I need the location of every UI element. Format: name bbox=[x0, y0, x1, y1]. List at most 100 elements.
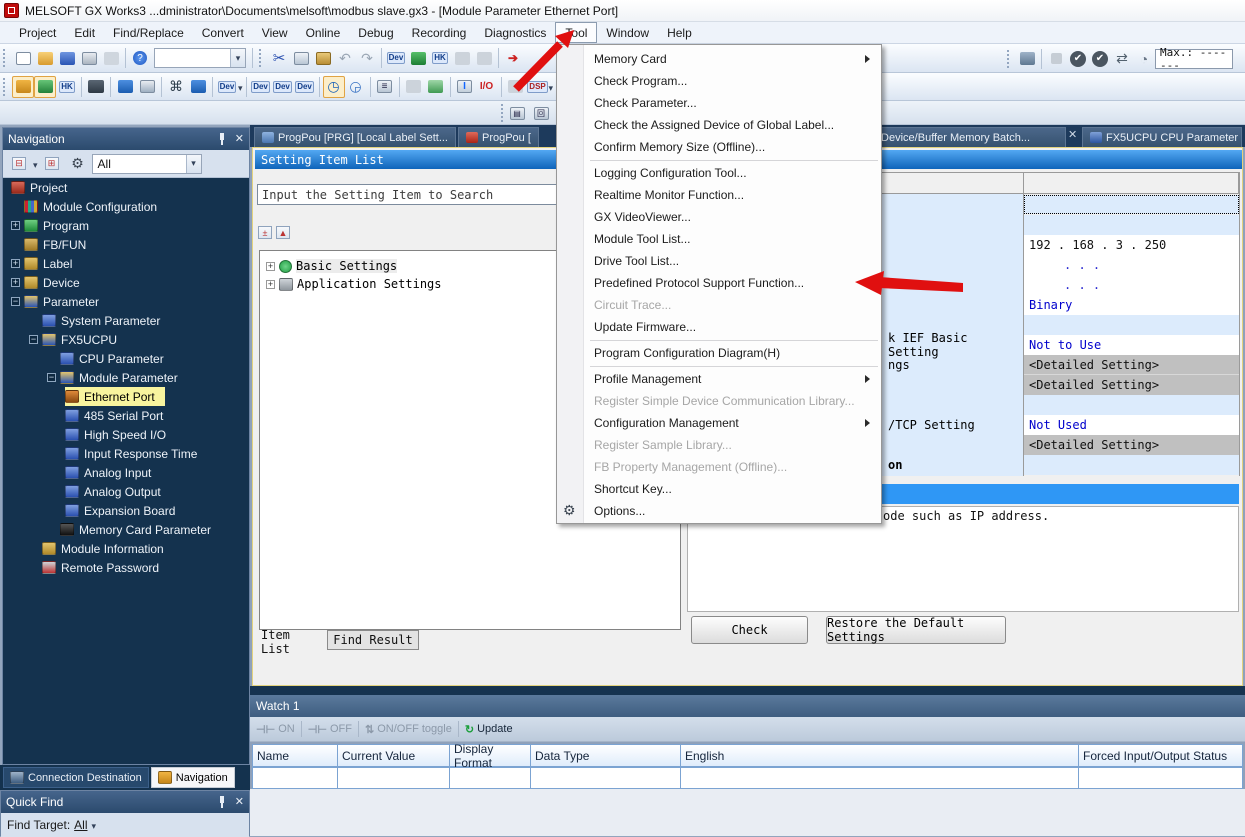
device-display-icon[interactable]: Dev bbox=[216, 76, 238, 98]
close-icon[interactable] bbox=[235, 797, 244, 808]
nav-item-expansion-board[interactable]: Expansion Board bbox=[3, 501, 249, 520]
new-file-icon[interactable] bbox=[12, 47, 34, 69]
expand-icon[interactable] bbox=[11, 259, 20, 268]
display-eye-icon[interactable]: DSP bbox=[527, 76, 549, 98]
pin-icon[interactable] bbox=[217, 133, 227, 145]
watch-cell[interactable] bbox=[530, 767, 680, 789]
expand-icon[interactable] bbox=[11, 221, 20, 230]
menu-item-realtime-monitor-function[interactable]: Realtime Monitor Function... bbox=[557, 184, 881, 206]
close-icon[interactable] bbox=[235, 134, 244, 145]
cclink-value-cell[interactable]: Not to Use bbox=[1024, 335, 1239, 355]
nav-item-ethernet-port[interactable]: Ethernet Port bbox=[3, 387, 249, 406]
note-list-icon[interactable] bbox=[136, 76, 158, 98]
intelligent-function-icon[interactable] bbox=[1016, 48, 1038, 70]
tab-progpou-local-label[interactable]: ProgPou [PRG] [Local Label Sett... bbox=[254, 127, 456, 147]
menu-help[interactable]: Help bbox=[658, 22, 701, 43]
grid-selected-cell[interactable] bbox=[1024, 195, 1239, 214]
fb-property-icon[interactable] bbox=[425, 76, 447, 98]
toolbar-grip[interactable] bbox=[3, 49, 8, 67]
io-force-icon[interactable]: I/O bbox=[476, 76, 498, 98]
tab-close-icon[interactable] bbox=[1068, 130, 1077, 141]
nav-item-module-information[interactable]: Module Information bbox=[3, 539, 249, 558]
tab-find-result[interactable]: Find Result bbox=[327, 630, 419, 650]
menu-item-check-parameter[interactable]: Check Parameter... bbox=[557, 92, 881, 114]
expand-icon[interactable] bbox=[11, 278, 20, 287]
menu-window[interactable]: Window bbox=[597, 22, 658, 43]
nav-item-high-speed-io[interactable]: High Speed I/O bbox=[3, 425, 249, 444]
run-check-icon[interactable]: ✔ bbox=[1067, 48, 1089, 70]
detailed-setting-cell[interactable]: <Detailed Setting> bbox=[1024, 375, 1239, 395]
find-target-dropdown-icon[interactable] bbox=[92, 818, 97, 832]
intelligent-monitor-icon[interactable]: 回 bbox=[530, 102, 552, 124]
nav-item-remote-password[interactable]: Remote Password bbox=[3, 558, 249, 577]
program-monitor-icon[interactable] bbox=[407, 47, 429, 69]
label-edit-icon[interactable]: I bbox=[454, 76, 476, 98]
menu-online[interactable]: Online bbox=[297, 22, 350, 43]
menu-project[interactable]: Project bbox=[10, 22, 65, 43]
tab-item-list[interactable]: Item List bbox=[261, 632, 323, 652]
watch-col-display-format[interactable]: Display Format bbox=[449, 744, 530, 767]
filter-dropdown-icon[interactable] bbox=[186, 155, 201, 173]
watch-cell[interactable] bbox=[680, 767, 1078, 789]
nav-item-module-configuration[interactable]: Module Configuration bbox=[3, 197, 249, 216]
tab-progpou-body[interactable]: ProgPou [ bbox=[458, 127, 539, 147]
expand-icon[interactable] bbox=[266, 262, 275, 271]
menu-diagnostics[interactable]: Diagnostics bbox=[475, 22, 555, 43]
menu-item-predefined-protocol-support[interactable]: Predefined Protocol Support Function... bbox=[557, 272, 881, 294]
nav-item-input-response-time[interactable]: Input Response Time bbox=[3, 444, 249, 463]
nav-item-memory-card-parameter[interactable]: Memory Card Parameter bbox=[3, 520, 249, 539]
find-device-icon[interactable]: ⌘ bbox=[165, 76, 187, 98]
help-icon[interactable]: ? bbox=[129, 47, 151, 69]
copy-icon[interactable] bbox=[290, 47, 312, 69]
menu-item-confirm-memory-size[interactable]: Confirm Memory Size (Offline)... bbox=[557, 136, 881, 158]
toolbar-grip[interactable] bbox=[259, 49, 264, 67]
collapse-icon[interactable] bbox=[29, 335, 38, 344]
setting-search-input[interactable]: Input the Setting Item to Search bbox=[257, 184, 597, 205]
navigation-window-icon[interactable] bbox=[12, 76, 34, 98]
open-file-icon[interactable] bbox=[34, 47, 56, 69]
menu-item-module-tool-list[interactable]: Module Tool List... bbox=[557, 228, 881, 250]
menu-item-profile-management[interactable]: Profile Management bbox=[557, 368, 881, 390]
watch-cell[interactable] bbox=[449, 767, 530, 789]
watch-col-name[interactable]: Name bbox=[252, 744, 337, 767]
ladder-edit-icon[interactable]: HK bbox=[56, 76, 78, 98]
expand-all-icon[interactable]: ± bbox=[258, 226, 272, 239]
menu-item-logging-configuration-tool[interactable]: Logging Configuration Tool... bbox=[557, 162, 881, 184]
detailed-setting-cell[interactable]: <Detailed Setting> bbox=[1024, 435, 1239, 455]
tab-navigation[interactable]: Navigation bbox=[151, 767, 235, 788]
pin-icon[interactable] bbox=[217, 796, 227, 808]
watch-col-data-type[interactable]: Data Type bbox=[530, 744, 680, 767]
nav-item-485-serial-port[interactable]: 485 Serial Port bbox=[3, 406, 249, 425]
menu-item-options[interactable]: Options... bbox=[557, 500, 881, 522]
expand-icon[interactable] bbox=[266, 280, 275, 289]
nav-item-analog-output[interactable]: Analog Output bbox=[3, 482, 249, 501]
cut-icon[interactable]: ✂ bbox=[268, 47, 290, 69]
print-icon[interactable] bbox=[78, 47, 100, 69]
device-display-dropdown-icon[interactable] bbox=[238, 80, 243, 94]
nav-item-parameter[interactable]: Parameter bbox=[3, 292, 249, 311]
display-eye-dropdown-icon[interactable] bbox=[549, 80, 554, 94]
monitor-stop-icon[interactable]: ◶ bbox=[345, 76, 367, 98]
save-icon[interactable] bbox=[56, 47, 78, 69]
menu-recording[interactable]: Recording bbox=[403, 22, 476, 43]
collapse-icon[interactable] bbox=[11, 297, 20, 306]
find-target-value[interactable]: All bbox=[74, 818, 87, 832]
outline-display-icon[interactable]: ≡ bbox=[374, 76, 396, 98]
menu-item-memory-card[interactable]: Memory Card bbox=[557, 48, 881, 70]
watch-window-icon[interactable]: ▤ bbox=[506, 102, 528, 124]
menu-edit[interactable]: Edit bbox=[65, 22, 104, 43]
module-configuration-icon[interactable] bbox=[34, 76, 56, 98]
modbus-value-cell[interactable]: Not Used bbox=[1024, 415, 1239, 435]
write-to-plc-icon[interactable]: ➔ bbox=[502, 47, 524, 69]
watch-col-english[interactable]: English bbox=[680, 744, 1078, 767]
device-entry-icon[interactable]: Dev bbox=[250, 76, 272, 98]
menu-find-replace[interactable]: Find/Replace bbox=[104, 22, 193, 43]
monitor-start-icon[interactable]: ◷ bbox=[323, 76, 345, 98]
nav-item-fb-fun[interactable]: FB/FUN bbox=[3, 235, 249, 254]
tree-collapse-icon[interactable]: ⊞ bbox=[40, 153, 64, 175]
watch-col-forced-io[interactable]: Forced Input/Output Status bbox=[1078, 744, 1243, 767]
menu-debug[interactable]: Debug bbox=[349, 22, 402, 43]
device-batch-monitor-icon[interactable]: HK bbox=[429, 47, 451, 69]
menu-item-update-firmware[interactable]: Update Firmware... bbox=[557, 316, 881, 338]
collapse-icon[interactable] bbox=[47, 373, 56, 382]
